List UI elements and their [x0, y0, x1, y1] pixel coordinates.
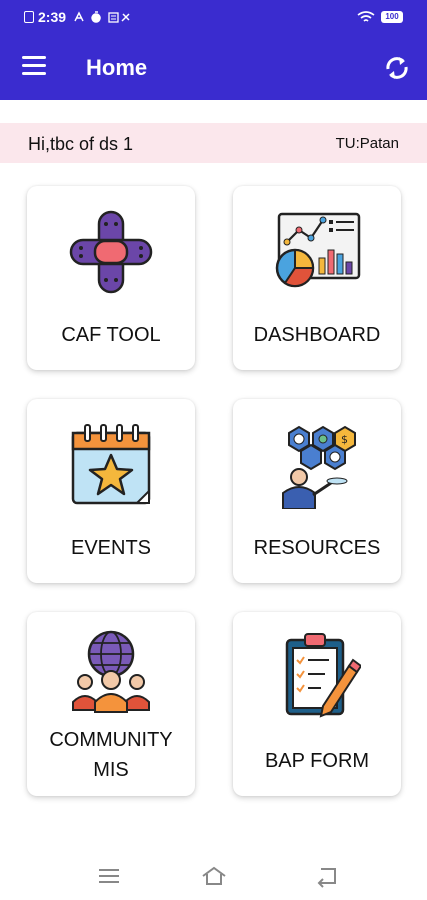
bandage-icon — [69, 210, 153, 294]
community-mis-label-line2: MIS — [93, 759, 129, 781]
tu-label: TU:Patan — [335, 135, 399, 152]
recent-apps-button[interactable] — [96, 864, 122, 888]
wifi-icon — [357, 11, 375, 22]
sync-icon[interactable] — [384, 54, 410, 82]
calendar-star-icon — [71, 424, 151, 505]
bap-form-card[interactable]: BAP FORM — [233, 612, 401, 796]
clipboard-checklist-icon — [285, 633, 361, 718]
resources-label: RESOURCES — [253, 537, 381, 559]
back-button[interactable] — [313, 864, 339, 888]
analytics-icon — [275, 212, 361, 288]
status-time: 2:39 — [38, 9, 67, 25]
battery-icon: 100 — [381, 11, 403, 23]
user-greeting: Hi,tbc of ds 1 — [28, 134, 134, 154]
page-title: Home — [86, 55, 148, 80]
events-label: EVENTS — [70, 537, 152, 559]
dashboard-label: DASHBOARD — [253, 324, 381, 346]
caf-tool-card[interactable]: CAF TOOL — [27, 186, 195, 370]
menu-button[interactable] — [22, 56, 46, 76]
notification-icons — [74, 11, 130, 23]
app-bar: Home — [0, 36, 427, 100]
community-mis-label-line1: COMMUNITY — [49, 729, 173, 751]
svg-text:$: $ — [341, 433, 348, 446]
events-card[interactable]: EVENTS — [27, 399, 195, 583]
status-bar: 2:39 100 — [0, 0, 427, 36]
resources-network-icon: $ — [282, 425, 356, 509]
community-mis-card[interactable]: COMMUNITY MIS — [27, 612, 195, 796]
caf-tool-label: CAF TOOL — [61, 324, 161, 346]
hamburger-icon — [22, 56, 46, 59]
community-globe-icon — [72, 630, 150, 713]
dashboard-card[interactable]: DASHBOARD — [233, 186, 401, 370]
resources-card[interactable]: $ RESOURCES — [233, 399, 401, 583]
document-icon — [24, 11, 34, 23]
system-nav-bar — [0, 850, 427, 900]
user-info-bar: Hi,tbc of ds 1 TU:Patan — [0, 123, 427, 163]
bap-form-label: BAP FORM — [264, 750, 370, 772]
home-button[interactable] — [200, 864, 228, 888]
